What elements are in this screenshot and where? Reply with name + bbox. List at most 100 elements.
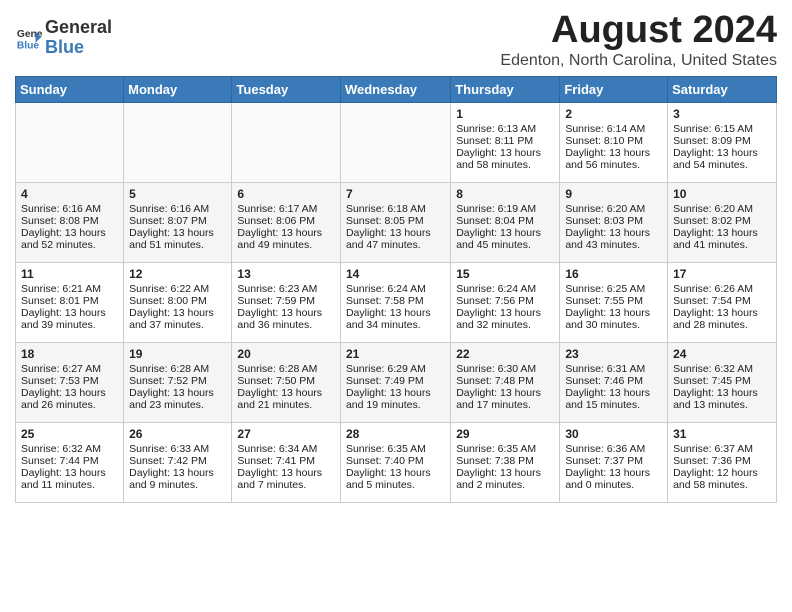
sunrise-label: Sunrise: 6:19 AM	[456, 203, 536, 215]
day-number: 4	[21, 187, 118, 201]
sunrise-label: Sunrise: 6:20 AM	[673, 203, 753, 215]
daylight-label: Daylight: 13 hours and 13 minutes.	[673, 387, 758, 411]
sunrise-label: Sunrise: 6:30 AM	[456, 363, 536, 375]
calendar-week-row: 11Sunrise: 6:21 AMSunset: 8:01 PMDayligh…	[16, 262, 777, 342]
day-number: 26	[129, 427, 226, 441]
weekday-header-row: SundayMondayTuesdayWednesdayThursdayFrid…	[16, 76, 777, 102]
sunset-label: Sunset: 8:00 PM	[129, 295, 207, 307]
month-year-title: August 2024	[500, 10, 777, 52]
calendar-cell: 13Sunrise: 6:23 AMSunset: 7:59 PMDayligh…	[232, 262, 341, 342]
calendar-cell: 8Sunrise: 6:19 AMSunset: 8:04 PMDaylight…	[451, 182, 560, 262]
sunrise-label: Sunrise: 6:28 AM	[129, 363, 209, 375]
daylight-label: Daylight: 13 hours and 30 minutes.	[565, 307, 650, 331]
day-number: 20	[237, 347, 335, 361]
daylight-label: Daylight: 13 hours and 52 minutes.	[21, 227, 106, 251]
sunset-label: Sunset: 8:07 PM	[129, 215, 207, 227]
sunset-label: Sunset: 7:56 PM	[456, 295, 534, 307]
sunrise-label: Sunrise: 6:22 AM	[129, 283, 209, 295]
day-number: 12	[129, 267, 226, 281]
sunrise-label: Sunrise: 6:37 AM	[673, 443, 753, 455]
daylight-label: Daylight: 13 hours and 23 minutes.	[129, 387, 214, 411]
daylight-label: Daylight: 13 hours and 11 minutes.	[21, 467, 106, 491]
daylight-label: Daylight: 13 hours and 2 minutes.	[456, 467, 541, 491]
day-number: 21	[346, 347, 445, 361]
calendar-cell	[232, 102, 341, 182]
logo-line2: Blue	[45, 38, 112, 58]
calendar-week-row: 25Sunrise: 6:32 AMSunset: 7:44 PMDayligh…	[16, 422, 777, 502]
daylight-label: Daylight: 13 hours and 5 minutes.	[346, 467, 431, 491]
daylight-label: Daylight: 13 hours and 26 minutes.	[21, 387, 106, 411]
sunset-label: Sunset: 7:50 PM	[237, 375, 315, 387]
daylight-label: Daylight: 13 hours and 15 minutes.	[565, 387, 650, 411]
logo: General Blue General Blue	[15, 18, 112, 58]
daylight-label: Daylight: 13 hours and 37 minutes.	[129, 307, 214, 331]
day-number: 31	[673, 427, 771, 441]
sunset-label: Sunset: 7:36 PM	[673, 455, 751, 467]
day-number: 2	[565, 107, 662, 121]
day-number: 11	[21, 267, 118, 281]
sunrise-label: Sunrise: 6:17 AM	[237, 203, 317, 215]
calendar-cell: 3Sunrise: 6:15 AMSunset: 8:09 PMDaylight…	[668, 102, 777, 182]
day-number: 8	[456, 187, 554, 201]
calendar-cell: 25Sunrise: 6:32 AMSunset: 7:44 PMDayligh…	[16, 422, 124, 502]
calendar-cell: 22Sunrise: 6:30 AMSunset: 7:48 PMDayligh…	[451, 342, 560, 422]
daylight-label: Daylight: 12 hours and 58 minutes.	[673, 467, 758, 491]
sunset-label: Sunset: 7:53 PM	[21, 375, 99, 387]
calendar-cell	[16, 102, 124, 182]
calendar-cell: 30Sunrise: 6:36 AMSunset: 7:37 PMDayligh…	[560, 422, 668, 502]
calendar-cell: 10Sunrise: 6:20 AMSunset: 8:02 PMDayligh…	[668, 182, 777, 262]
weekday-header: Friday	[560, 76, 668, 102]
calendar-cell: 16Sunrise: 6:25 AMSunset: 7:55 PMDayligh…	[560, 262, 668, 342]
sunrise-label: Sunrise: 6:32 AM	[21, 443, 101, 455]
sunset-label: Sunset: 7:42 PM	[129, 455, 207, 467]
calendar-cell: 11Sunrise: 6:21 AMSunset: 8:01 PMDayligh…	[16, 262, 124, 342]
day-number: 24	[673, 347, 771, 361]
calendar-cell: 20Sunrise: 6:28 AMSunset: 7:50 PMDayligh…	[232, 342, 341, 422]
sunset-label: Sunset: 7:41 PM	[237, 455, 315, 467]
sunset-label: Sunset: 7:58 PM	[346, 295, 424, 307]
calendar-cell: 9Sunrise: 6:20 AMSunset: 8:03 PMDaylight…	[560, 182, 668, 262]
day-number: 25	[21, 427, 118, 441]
calendar-cell: 7Sunrise: 6:18 AMSunset: 8:05 PMDaylight…	[340, 182, 450, 262]
day-number: 9	[565, 187, 662, 201]
sunrise-label: Sunrise: 6:16 AM	[21, 203, 101, 215]
weekday-header: Saturday	[668, 76, 777, 102]
sunset-label: Sunset: 8:06 PM	[237, 215, 315, 227]
calendar-cell: 27Sunrise: 6:34 AMSunset: 7:41 PMDayligh…	[232, 422, 341, 502]
day-number: 13	[237, 267, 335, 281]
sunrise-label: Sunrise: 6:31 AM	[565, 363, 645, 375]
calendar-week-row: 4Sunrise: 6:16 AMSunset: 8:08 PMDaylight…	[16, 182, 777, 262]
logo-line1: General	[45, 18, 112, 38]
daylight-label: Daylight: 13 hours and 17 minutes.	[456, 387, 541, 411]
daylight-label: Daylight: 13 hours and 0 minutes.	[565, 467, 650, 491]
sunset-label: Sunset: 8:08 PM	[21, 215, 99, 227]
daylight-label: Daylight: 13 hours and 21 minutes.	[237, 387, 322, 411]
sunrise-label: Sunrise: 6:14 AM	[565, 123, 645, 135]
calendar-cell: 24Sunrise: 6:32 AMSunset: 7:45 PMDayligh…	[668, 342, 777, 422]
sunset-label: Sunset: 8:09 PM	[673, 135, 751, 147]
sunset-label: Sunset: 8:11 PM	[456, 135, 533, 147]
sunset-label: Sunset: 7:52 PM	[129, 375, 207, 387]
sunrise-label: Sunrise: 6:25 AM	[565, 283, 645, 295]
daylight-label: Daylight: 13 hours and 56 minutes.	[565, 147, 650, 171]
calendar-cell: 29Sunrise: 6:35 AMSunset: 7:38 PMDayligh…	[451, 422, 560, 502]
sunrise-label: Sunrise: 6:35 AM	[346, 443, 426, 455]
daylight-label: Daylight: 13 hours and 51 minutes.	[129, 227, 214, 251]
calendar-week-row: 18Sunrise: 6:27 AMSunset: 7:53 PMDayligh…	[16, 342, 777, 422]
daylight-label: Daylight: 13 hours and 19 minutes.	[346, 387, 431, 411]
calendar-cell: 26Sunrise: 6:33 AMSunset: 7:42 PMDayligh…	[124, 422, 232, 502]
sunrise-label: Sunrise: 6:36 AM	[565, 443, 645, 455]
sunset-label: Sunset: 7:45 PM	[673, 375, 751, 387]
sunset-label: Sunset: 8:03 PM	[565, 215, 643, 227]
weekday-header: Wednesday	[340, 76, 450, 102]
calendar-cell: 1Sunrise: 6:13 AMSunset: 8:11 PMDaylight…	[451, 102, 560, 182]
day-number: 15	[456, 267, 554, 281]
sunset-label: Sunset: 7:48 PM	[456, 375, 534, 387]
calendar-cell: 15Sunrise: 6:24 AMSunset: 7:56 PMDayligh…	[451, 262, 560, 342]
daylight-label: Daylight: 13 hours and 54 minutes.	[673, 147, 758, 171]
sunrise-label: Sunrise: 6:15 AM	[673, 123, 753, 135]
daylight-label: Daylight: 13 hours and 7 minutes.	[237, 467, 322, 491]
day-number: 14	[346, 267, 445, 281]
day-number: 5	[129, 187, 226, 201]
daylight-label: Daylight: 13 hours and 34 minutes.	[346, 307, 431, 331]
